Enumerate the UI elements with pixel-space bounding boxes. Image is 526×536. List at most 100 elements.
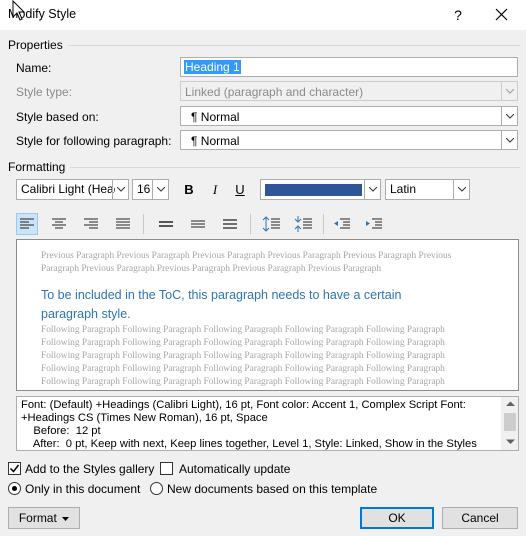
- style-based-on-label: Style based on:: [16, 110, 99, 124]
- name-value: Heading 1: [184, 60, 241, 74]
- chevron-down-icon: [506, 138, 514, 143]
- toolbar-separator: [250, 214, 251, 234]
- preview-previous-line: Paragraph Previous Paragraph Previous Pa…: [41, 264, 382, 274]
- decrease-spacing-icon: [294, 216, 312, 232]
- preview-previous-paragraphs: Previous Paragraph Previous Paragraph Pr…: [41, 250, 451, 276]
- chevron-down-icon: [506, 89, 514, 94]
- script-value: Latin: [390, 182, 417, 196]
- chevron-down-icon: [369, 187, 377, 192]
- close-icon: [495, 8, 508, 21]
- preview-following-line: Following Paragraph Following Paragraph …: [41, 338, 445, 348]
- italic-button[interactable]: I: [204, 179, 226, 201]
- increase-spacing-icon: [262, 216, 280, 232]
- style-type-label: Style type:: [16, 85, 73, 99]
- style-description-box[interactable]: Font: (Default) +Headings (Calibri Light…: [16, 396, 519, 451]
- preview-following-line: Following Paragraph Following Paragraph …: [41, 325, 445, 335]
- double-spacing-icon: [223, 219, 237, 229]
- decrease-indent-button[interactable]: [331, 213, 353, 235]
- only-this-document-radio[interactable]: [8, 482, 21, 495]
- chevron-down-icon: [117, 187, 125, 192]
- format-button-label: Format: [18, 511, 57, 525]
- align-left-icon: [20, 218, 34, 229]
- style-based-on-dropdown[interactable]: ¶ Normal: [180, 106, 518, 126]
- font-color-dropdown[interactable]: [260, 179, 381, 200]
- double-spacing-button[interactable]: [219, 213, 241, 235]
- single-spacing-icon: [159, 221, 173, 227]
- auto-update-checkbox[interactable]: [160, 462, 173, 475]
- help-button[interactable]: ?: [445, 2, 471, 28]
- decrease-indent-icon: [334, 218, 350, 229]
- description-line: +Headings CS (Times New Roman), 16 pt, S…: [21, 412, 268, 424]
- title-bar[interactable]: Modify Style ?: [0, 0, 526, 30]
- toolbar-separator: [323, 214, 324, 234]
- scroll-down-icon[interactable]: [506, 439, 515, 445]
- preview-following-paragraphs: Following Paragraph Following Paragraph …: [41, 324, 445, 389]
- preview-following-line: Following Paragraph Following Paragraph …: [41, 351, 445, 361]
- properties-divider: [68, 45, 520, 46]
- following-style-value: ¶ Normal: [191, 134, 240, 148]
- style-based-on-value: ¶ Normal: [191, 110, 240, 124]
- scroll-up-icon[interactable]: [506, 401, 515, 407]
- style-type-value: Linked (paragraph and character): [185, 85, 364, 99]
- radio-selected-dot: [12, 486, 17, 491]
- only-this-document-label[interactable]: Only in this document: [25, 482, 140, 496]
- mouse-cursor-icon: [12, 0, 26, 21]
- name-field[interactable]: Heading 1: [180, 57, 518, 77]
- preview-sample-paragraph: To be included in the ToC, this paragrap…: [41, 286, 401, 324]
- description-line: Font: (Default) +Headings (Calibri Light…: [21, 399, 466, 411]
- format-menu-button[interactable]: Format: [8, 507, 80, 529]
- font-dropdown[interactable]: Calibri Light (Heac: [16, 179, 129, 200]
- description-scrollbar[interactable]: [501, 397, 518, 450]
- increase-indent-button[interactable]: [363, 213, 385, 235]
- style-description-text: Font: (Default) +Headings (Calibri Light…: [17, 397, 518, 450]
- description-line: After: 0 pt, Keep with next, Keep lines …: [21, 438, 477, 450]
- preview-following-line: Following Paragraph Following Paragraph …: [41, 364, 445, 374]
- font-value: Calibri Light (Heac: [21, 182, 115, 196]
- following-style-dropdown[interactable]: ¶ Normal: [180, 130, 518, 150]
- preview-previous-line: Previous Paragraph Previous Paragraph Pr…: [41, 251, 452, 261]
- add-to-gallery-checkbox[interactable]: [8, 462, 21, 475]
- font-color-swatch: [265, 184, 362, 196]
- underline-button[interactable]: U: [229, 179, 251, 201]
- chevron-down-icon: [458, 187, 466, 192]
- preview-sample-line: paragraph style.: [41, 307, 131, 321]
- bold-button[interactable]: B: [178, 179, 200, 201]
- checkmark-icon: [9, 464, 20, 473]
- dropdown-arrow-icon: [62, 516, 70, 521]
- script-dropdown[interactable]: Latin: [385, 179, 470, 200]
- close-button[interactable]: [488, 2, 516, 28]
- new-documents-radio[interactable]: [150, 482, 163, 495]
- one-half-spacing-button[interactable]: [187, 213, 209, 235]
- increase-indent-icon: [366, 218, 382, 229]
- auto-update-label[interactable]: Automatically update: [179, 462, 290, 476]
- decrease-paragraph-spacing-button[interactable]: [293, 213, 315, 235]
- add-to-gallery-label[interactable]: Add to the Styles gallery: [25, 462, 154, 476]
- properties-section-label: Properties: [8, 38, 63, 52]
- align-left-button[interactable]: [16, 213, 38, 235]
- one-half-spacing-icon: [191, 220, 205, 228]
- style-type-dropdown[interactable]: Linked (paragraph and character): [180, 81, 518, 101]
- align-right-icon: [84, 218, 98, 229]
- font-size-dropdown[interactable]: 16: [132, 179, 169, 200]
- increase-paragraph-spacing-button[interactable]: [261, 213, 283, 235]
- style-preview-pane: Previous Paragraph Previous Paragraph Pr…: [16, 239, 519, 391]
- font-size-value: 16: [137, 182, 151, 196]
- chevron-down-icon: [506, 114, 514, 119]
- preview-following-line: Following Paragraph Following Paragraph …: [41, 377, 445, 387]
- align-center-icon: [52, 218, 66, 229]
- cancel-button[interactable]: Cancel: [442, 507, 518, 529]
- following-style-label: Style for following paragraph:: [16, 134, 172, 148]
- align-right-button[interactable]: [80, 213, 102, 235]
- single-spacing-button[interactable]: [155, 213, 177, 235]
- ok-button[interactable]: OK: [360, 507, 434, 529]
- justify-button[interactable]: [112, 213, 134, 235]
- preview-sample-line: To be included in the ToC, this paragrap…: [41, 288, 402, 302]
- chevron-down-icon: [157, 187, 165, 192]
- name-label: Name:: [16, 61, 52, 75]
- align-center-button[interactable]: [48, 213, 70, 235]
- formatting-divider: [70, 167, 520, 168]
- scroll-thumb[interactable]: [504, 413, 516, 431]
- toolbar-separator: [143, 214, 144, 234]
- new-documents-label[interactable]: New documents based on this template: [167, 482, 377, 496]
- justify-icon: [116, 218, 130, 229]
